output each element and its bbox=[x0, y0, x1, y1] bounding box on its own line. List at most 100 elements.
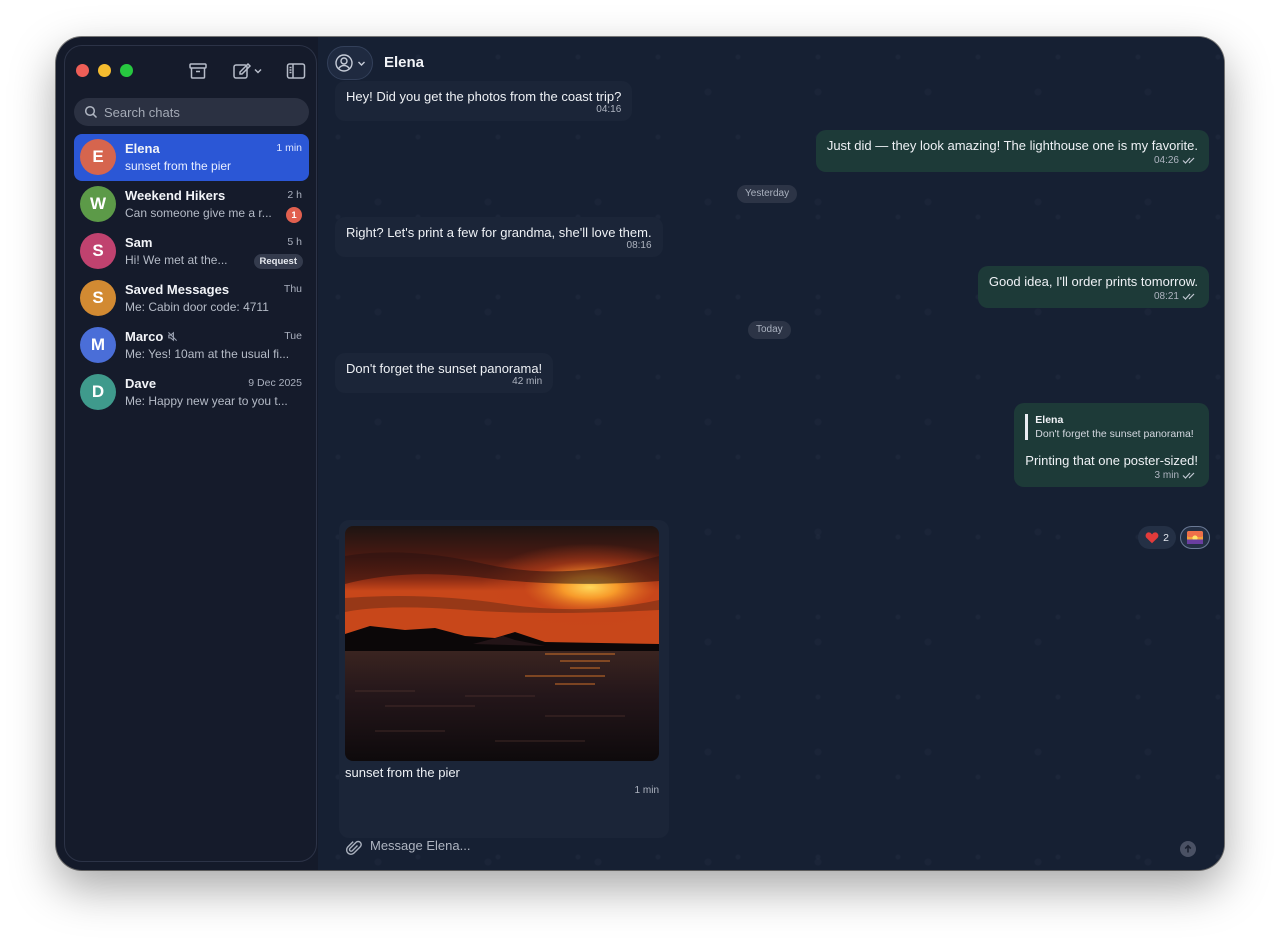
message-input[interactable] bbox=[370, 838, 1130, 853]
message-text: Don't forget the sunset panorama! bbox=[346, 361, 543, 376]
message-meta: 08:21 bbox=[989, 291, 1198, 302]
chat-preview: Can someone give me a r... bbox=[125, 206, 272, 220]
sidebar-toggle-icon[interactable] bbox=[285, 60, 307, 82]
search-input[interactable] bbox=[104, 104, 294, 120]
chat-item-saved-messages[interactable]: S Saved Messages Thu Me: Cabin door code… bbox=[74, 275, 309, 322]
chat-preview: Me: Happy new year to you t... bbox=[125, 394, 288, 408]
message-time: 04:16 bbox=[596, 104, 622, 115]
chat-name-text: Sam bbox=[125, 235, 153, 250]
photo-reaction[interactable] bbox=[1180, 526, 1210, 549]
chat-item-elena[interactable]: E Elena 1 min sunset from the pier bbox=[74, 134, 309, 181]
reply-author: Elena bbox=[1035, 414, 1064, 426]
message-meta: 04:16 bbox=[346, 104, 621, 115]
message-meta: 3 min bbox=[1025, 470, 1198, 481]
photo-message[interactable]: sunset from the pier 1 min bbox=[339, 520, 669, 838]
compose-icon[interactable] bbox=[231, 60, 265, 82]
chat-preview: Me: Cabin door code: 4711 bbox=[125, 300, 269, 314]
message-outgoing[interactable]: Good idea, I'll order prints tomorrow. 0… bbox=[977, 266, 1209, 308]
chat-preview: Me: Yes! 10am at the usual fi... bbox=[125, 347, 290, 361]
avatar: D bbox=[80, 374, 116, 410]
chat-preview: Hi! We met at the... bbox=[125, 253, 228, 267]
date-separator: Today bbox=[748, 321, 791, 339]
maximize-window-button[interactable] bbox=[120, 64, 133, 77]
read-check-icon bbox=[1182, 293, 1195, 300]
heart-reaction[interactable]: 2 bbox=[1138, 526, 1176, 549]
chat-name: Weekend Hikers bbox=[125, 188, 225, 203]
message-time: 08:16 bbox=[626, 240, 652, 251]
message-time: 08:21 bbox=[1153, 291, 1179, 302]
chat-time: 1 min bbox=[276, 142, 302, 154]
chat-pane: Elena Hey! Did you get the photos from t… bbox=[318, 37, 1224, 870]
message-meta: 04:26 bbox=[827, 155, 1198, 166]
chat-item-weekend-hikers[interactable]: W Weekend Hikers 2 h Can someone give me… bbox=[74, 181, 309, 228]
date-separator: Yesterday bbox=[737, 185, 798, 203]
message-time: 04:26 bbox=[1153, 155, 1179, 166]
chat-time: Thu bbox=[283, 283, 302, 295]
message-text: Just did — they look amazing! The lighth… bbox=[826, 138, 1198, 153]
chat-name-text: Marco bbox=[125, 329, 164, 344]
message-outgoing[interactable]: Just did — they look amazing! The lighth… bbox=[815, 130, 1209, 172]
chat-name-text: Weekend Hikers bbox=[125, 188, 226, 203]
arrow-up-icon bbox=[1184, 844, 1192, 853]
search-icon bbox=[84, 105, 98, 119]
mute-icon bbox=[168, 331, 178, 342]
sunset-image-icon bbox=[1187, 531, 1203, 544]
message-text: Good idea, I'll order prints tomorrow. bbox=[988, 274, 1198, 289]
close-window-button[interactable] bbox=[76, 64, 89, 77]
chat-name: Sam bbox=[125, 235, 152, 250]
chat-name-text: Saved Messages bbox=[125, 282, 230, 297]
message-incoming[interactable]: Don't forget the sunset panorama! 42 min bbox=[335, 353, 554, 393]
chat-name: Marco bbox=[125, 329, 178, 344]
chat-time: Tue bbox=[284, 330, 302, 342]
chat-name: Dave bbox=[125, 376, 156, 391]
message-outgoing-reply[interactable]: Elena Don't forget the sunset panorama! … bbox=[1014, 403, 1209, 487]
search-bar[interactable] bbox=[74, 98, 309, 126]
avatar: E bbox=[80, 139, 116, 175]
chat-name-text: Dave bbox=[125, 376, 157, 391]
photo-caption: sunset from the pier bbox=[345, 765, 460, 780]
chat-name: Saved Messages bbox=[125, 282, 229, 297]
app-window: E Elena 1 min sunset from the pier W Wee… bbox=[56, 37, 1224, 870]
paperclip-icon[interactable] bbox=[345, 839, 363, 857]
chat-item-dave[interactable]: D Dave 9 Dec 2025 Me: Happy new year to … bbox=[74, 369, 309, 416]
chat-preview: sunset from the pier bbox=[125, 159, 232, 173]
chat-name: Elena bbox=[125, 141, 160, 156]
message-time: 3 min bbox=[1154, 470, 1179, 481]
avatar: M bbox=[80, 327, 116, 363]
chat-item-marco[interactable]: M Marco Tue Me: Yes! 10am at the usual f… bbox=[74, 322, 309, 369]
send-button[interactable] bbox=[1180, 841, 1196, 857]
chat-name-text: Elena bbox=[125, 141, 160, 156]
chat-time: 2 h bbox=[287, 189, 302, 201]
message-meta: 42 min bbox=[346, 376, 542, 387]
message-time: 42 min bbox=[512, 376, 543, 387]
message-composer bbox=[318, 827, 1224, 870]
request-badge: Request bbox=[253, 254, 303, 269]
sunset-photo[interactable] bbox=[345, 526, 659, 761]
chat-item-sam[interactable]: S Sam 5 h Hi! We met at the... Request bbox=[74, 228, 309, 275]
chevron-down-icon bbox=[358, 61, 365, 66]
minimize-window-button[interactable] bbox=[98, 64, 111, 77]
message-text: Printing that one poster-sized! bbox=[1025, 453, 1198, 468]
contact-menu-button[interactable] bbox=[327, 46, 373, 80]
chat-time: 9 Dec 2025 bbox=[248, 377, 302, 389]
message-text: Right? Let's print a few for grandma, sh… bbox=[346, 225, 652, 240]
reactions: 2 bbox=[1138, 526, 1210, 549]
read-check-icon bbox=[1182, 472, 1195, 479]
reply-text: Don't forget the sunset panorama! bbox=[1035, 428, 1194, 440]
heart-icon bbox=[1145, 532, 1159, 544]
message-text: Hey! Did you get the photos from the coa… bbox=[346, 89, 622, 104]
message-incoming[interactable]: Hey! Did you get the photos from the coa… bbox=[335, 81, 633, 121]
sidebar: E Elena 1 min sunset from the pier W Wee… bbox=[64, 45, 317, 862]
message-time: 1 min bbox=[634, 785, 659, 796]
unread-badge: 1 bbox=[286, 207, 302, 223]
avatar: W bbox=[80, 186, 116, 222]
message-incoming[interactable]: Right? Let's print a few for grandma, sh… bbox=[335, 217, 663, 257]
user-circle-icon bbox=[335, 54, 353, 72]
message-meta: 08:16 bbox=[346, 240, 652, 251]
avatar: S bbox=[80, 233, 116, 269]
chat-time: 5 h bbox=[287, 236, 302, 248]
avatar: S bbox=[80, 280, 116, 316]
chat-title: Elena bbox=[384, 54, 425, 71]
reply-quote[interactable]: Elena Don't forget the sunset panorama! bbox=[1025, 414, 1198, 440]
archive-icon[interactable] bbox=[187, 60, 209, 82]
